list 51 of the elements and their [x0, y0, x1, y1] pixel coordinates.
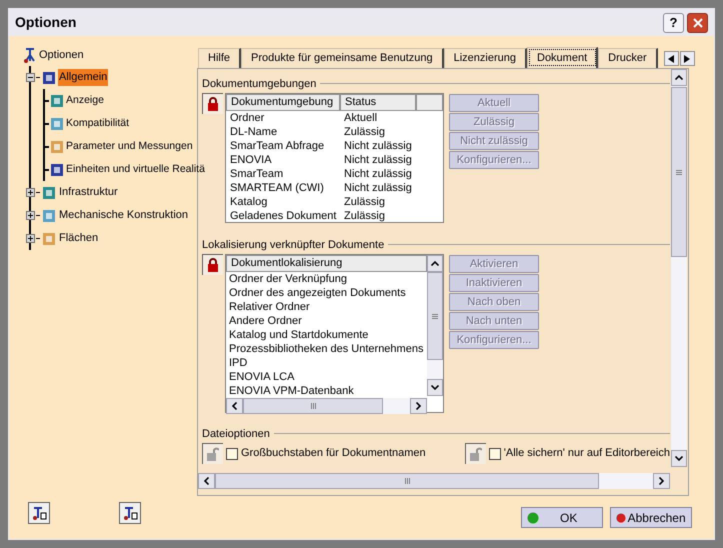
table-cell-text: SmarTeam [229, 167, 284, 181]
section-title: Lokalisierung verknüpfter Dokumente [202, 238, 384, 253]
tree-item[interactable]: Allgemein [58, 69, 108, 86]
list-item[interactable]: ENOVIA VPM-Datenbank [226, 384, 427, 398]
checkbox-label: 'Alle sichern' nur auf Editorbereich [504, 446, 670, 462]
column-header[interactable]: Dokumentlokalisierung [226, 255, 427, 272]
help-button[interactable]: ? [663, 12, 684, 32]
checkbox-label: Großbuchstaben für Dokumentnamen [241, 446, 426, 462]
section-title: Dokumentumgebungen [202, 76, 316, 92]
tree-item[interactable]: Einheiten und virtuelle Realitä [65, 162, 206, 178]
column-header[interactable]: Dokumentumgebung [226, 94, 340, 111]
list-item[interactable]: Prozessbibliotheken des Unternehmens [226, 342, 427, 356]
tab[interactable]: Produkte für gemeinsame Benutzung [241, 48, 444, 68]
tree-item[interactable]: Mechanische Konstruktion [58, 207, 190, 224]
list-item[interactable]: Andere Ordner [226, 314, 427, 328]
list-item[interactable]: Ordner der Verknüpfung [226, 272, 427, 286]
tree-item[interactable]: Parameter und Messungen [65, 138, 194, 154]
list-item[interactable]: ENOVIA LCA [226, 370, 427, 384]
table-cell-text: Aktuell [343, 111, 378, 125]
list-item[interactable]: Relativer Ordner [226, 300, 427, 314]
table-cell-text: DL-Name [229, 125, 278, 139]
tab[interactable]: Dokument [527, 47, 598, 68]
tree-item[interactable]: Optionen [39, 46, 84, 64]
tree-item[interactable]: Flächen [58, 230, 100, 247]
tree-item[interactable]: Anzeige [65, 92, 105, 108]
tab[interactable]: Lizenzierung [444, 48, 527, 68]
table-cell-text: Nicht zulässig [343, 181, 412, 195]
tree-item[interactable]: Infrastruktur [58, 184, 119, 201]
table-cell-text: Nicht zulässig [343, 139, 412, 153]
tab[interactable]: Hilfe [198, 48, 242, 68]
cancel-button[interactable]: Abbrechen [610, 507, 692, 528]
ok-button[interactable]: OK [520, 507, 603, 528]
table-cell-text: ENOVIA [229, 153, 273, 167]
list-item[interactable]: Ordner des angezeigten Dokuments [226, 286, 427, 300]
table-cell-text: Nicht zulässig [343, 153, 412, 167]
table-cell-text: Zulässig [343, 209, 385, 223]
table-cell-text: Nicht zulässig [343, 167, 412, 181]
table-cell-text: Geladenes Dokument [229, 209, 338, 223]
window-title: Optionen [15, 13, 78, 32]
column-header[interactable]: Status [340, 94, 416, 111]
tree-item[interactable]: Kompatibilität [65, 116, 130, 132]
tab[interactable]: Drucker [598, 48, 658, 68]
table-cell-text: Katalog [229, 195, 268, 209]
table-cell-text: SMARTEAM (CWI) [229, 181, 325, 195]
table-cell-text: SmarTeam Abfrage [229, 139, 326, 153]
list-item[interactable]: Katalog und Startdokumente [226, 328, 427, 342]
table-cell-text: Ordner [229, 111, 266, 125]
table-cell-text: Zulässig [343, 195, 385, 209]
list-item[interactable]: IPD [226, 356, 427, 370]
table-cell-text: Zulässig [343, 125, 385, 139]
section-title: Dateioptionen [202, 426, 270, 442]
